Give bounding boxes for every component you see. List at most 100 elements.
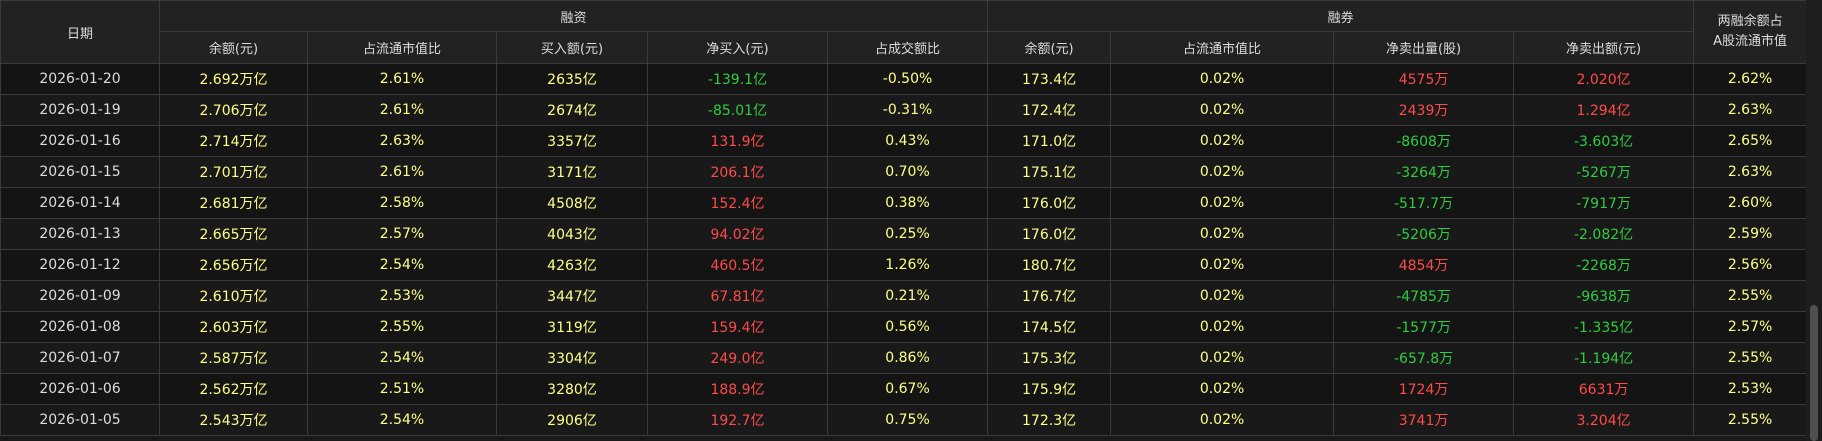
cell-fin-turnover: 0.21% [826,280,989,312]
header-date[interactable]: 日期 [0,0,160,64]
cell-sec-net-vol: 4575万 [1333,63,1515,95]
header-fin-buy[interactable]: 买入额(元) [496,31,648,64]
header-sec-ratio[interactable]: 占流通市值比 [1110,31,1335,64]
cell-sec-ratio: 0.02% [1110,404,1335,436]
table-row[interactable]: 2026-01-06 2.562万亿 2.51% 3280亿 188.9亿 0.67% 17… [0,373,1806,405]
cell-sec-balance: 172.3亿 [987,404,1112,436]
cell-fin-net: -139.1亿 [647,63,828,95]
cell-sec-net-vol: -3264万 [1333,156,1515,188]
table-row[interactable]: 2026-01-05 2.543万亿 2.54% 2906亿 192.7亿 0.75% 17… [0,404,1806,436]
cell-fin-buy: 2635亿 [496,63,648,95]
cell-fin-ratio: 2.58% [307,187,497,219]
cell-fin-ratio: 2.57% [307,218,497,250]
cell-fin-net: 159.4亿 [647,311,828,343]
header-fin-balance[interactable]: 余额(元) [159,31,308,64]
cell-fin-ratio: 2.54% [307,249,497,281]
table-body: 2026-01-20 2.692万亿 2.61% 2635亿 -139.1亿 -0.50%… [0,63,1806,436]
cell-sec-net-amt: 3.204亿 [1513,404,1695,436]
cell-fin-turnover: 0.56% [826,311,989,343]
cell-fin-balance: 2.587万亿 [159,342,308,374]
cell-sec-balance: 176.7亿 [987,280,1112,312]
vertical-scrollbar[interactable] [1806,0,1822,441]
table-header: 日期 融资 融券 两融余额占 A股流通市值 余额(元) 占流通市值比 买入额(元… [0,0,1806,64]
cell-sec-net-vol: -4785万 [1333,280,1515,312]
cell-fin-turnover: 0.70% [826,156,989,188]
header-total-ratio-line1: 两融余额占 [1717,14,1783,29]
cell-fin-net: 94.02亿 [647,218,828,250]
cell-fin-turnover: 1.26% [826,249,989,281]
cell-fin-turnover: 0.75% [826,404,989,436]
cell-sec-balance: 180.7亿 [987,249,1112,281]
header-sec-net-amt[interactable]: 净卖出额(元) [1513,31,1695,64]
table-row[interactable]: 2026-01-07 2.587万亿 2.54% 3304亿 249.0亿 0.86% 17… [0,342,1806,374]
table-row[interactable]: 2026-01-12 2.656万亿 2.54% 4263亿 460.5亿 1.26% 18… [0,249,1806,281]
cell-sec-balance: 175.1亿 [987,156,1112,188]
cell-date: 2026-01-06 [0,373,160,405]
cell-total-ratio: 2.62% [1693,63,1806,95]
header-sec-net-vol[interactable]: 净卖出量(股) [1333,31,1515,64]
cell-sec-net-amt: -3.603亿 [1513,125,1695,157]
cell-fin-ratio: 2.53% [307,280,497,312]
cell-sec-balance: 174.5亿 [987,311,1112,343]
cell-sec-balance: 175.3亿 [987,342,1112,374]
cell-date: 2026-01-13 [0,218,160,250]
cell-fin-turnover: 0.38% [826,187,989,219]
table-row[interactable]: 2026-01-13 2.665万亿 2.57% 4043亿 94.02亿 0.25% 17… [0,218,1806,250]
table-row[interactable]: 2026-01-16 2.714万亿 2.63% 3357亿 131.9亿 0.43% 17… [0,125,1806,157]
table-row[interactable]: 2026-01-20 2.692万亿 2.61% 2635亿 -139.1亿 -0.50%… [0,63,1806,95]
cell-sec-balance: 171.0亿 [987,125,1112,157]
cell-sec-net-vol: 4854万 [1333,249,1515,281]
header-fin-ratio[interactable]: 占流通市值比 [307,31,497,64]
cell-sec-ratio: 0.02% [1110,187,1335,219]
scrollbar-thumb[interactable] [1810,305,1818,441]
cell-fin-ratio: 2.61% [307,63,497,95]
header-total-ratio[interactable]: 两融余额占 A股流通市值 [1693,0,1806,64]
header-sec-balance[interactable]: 余额(元) [987,31,1112,64]
cell-fin-buy: 4043亿 [496,218,648,250]
table-row[interactable]: 2026-01-14 2.681万亿 2.58% 4508亿 152.4亿 0.38% 17… [0,187,1806,219]
table-row[interactable]: 2026-01-19 2.706万亿 2.61% 2674亿 -85.01亿 -0.31%… [0,94,1806,126]
table-row[interactable]: 2026-01-08 2.603万亿 2.55% 3119亿 159.4亿 0.56% 17… [0,311,1806,343]
header-securities-lending: 融券 [987,0,1695,32]
cell-date: 2026-01-19 [0,94,160,126]
cell-total-ratio: 2.65% [1693,125,1806,157]
cell-sec-ratio: 0.02% [1110,249,1335,281]
cell-sec-net-amt: -1.335亿 [1513,311,1695,343]
cell-fin-net: 249.0亿 [647,342,828,374]
cell-sec-net-amt: 6631万 [1513,373,1695,405]
header-margin-financing: 融资 [158,0,989,32]
table-row[interactable]: 2026-01-15 2.701万亿 2.61% 3171亿 206.1亿 0.70% 17… [0,156,1806,188]
table-row[interactable]: 2026-01-09 2.610万亿 2.53% 3447亿 67.81亿 0.21% 17… [0,280,1806,312]
cell-fin-net: 206.1亿 [647,156,828,188]
header-fin-turnover[interactable]: 占成交额比 [826,31,989,64]
cell-total-ratio: 2.60% [1693,187,1806,219]
cell-total-ratio: 2.55% [1693,342,1806,374]
cell-fin-buy: 3119亿 [496,311,648,343]
cell-fin-balance: 2.681万亿 [159,187,308,219]
cell-fin-ratio: 2.61% [307,94,497,126]
cell-fin-turnover: -0.31% [826,94,989,126]
cell-fin-balance: 2.706万亿 [159,94,308,126]
cell-date: 2026-01-20 [0,63,160,95]
header-fin-net[interactable]: 净买入(元) [647,31,828,64]
cell-date: 2026-01-08 [0,311,160,343]
cell-fin-buy: 2906亿 [496,404,648,436]
cell-fin-buy: 4263亿 [496,249,648,281]
cell-sec-balance: 172.4亿 [987,94,1112,126]
cell-fin-buy: 3171亿 [496,156,648,188]
cell-fin-net: 460.5亿 [647,249,828,281]
cell-fin-buy: 3304亿 [496,342,648,374]
cell-fin-balance: 2.714万亿 [159,125,308,157]
cell-sec-ratio: 0.02% [1110,63,1335,95]
cell-date: 2026-01-07 [0,342,160,374]
cell-sec-balance: 173.4亿 [987,63,1112,95]
cell-sec-net-amt: -2268万 [1513,249,1695,281]
cell-fin-balance: 2.562万亿 [159,373,308,405]
cell-date: 2026-01-16 [0,125,160,157]
cell-total-ratio: 2.63% [1693,156,1806,188]
cell-fin-balance: 2.665万亿 [159,218,308,250]
cell-fin-turnover: 0.67% [826,373,989,405]
cell-fin-buy: 3357亿 [496,125,648,157]
cell-sec-ratio: 0.02% [1110,373,1335,405]
cell-fin-net: 67.81亿 [647,280,828,312]
